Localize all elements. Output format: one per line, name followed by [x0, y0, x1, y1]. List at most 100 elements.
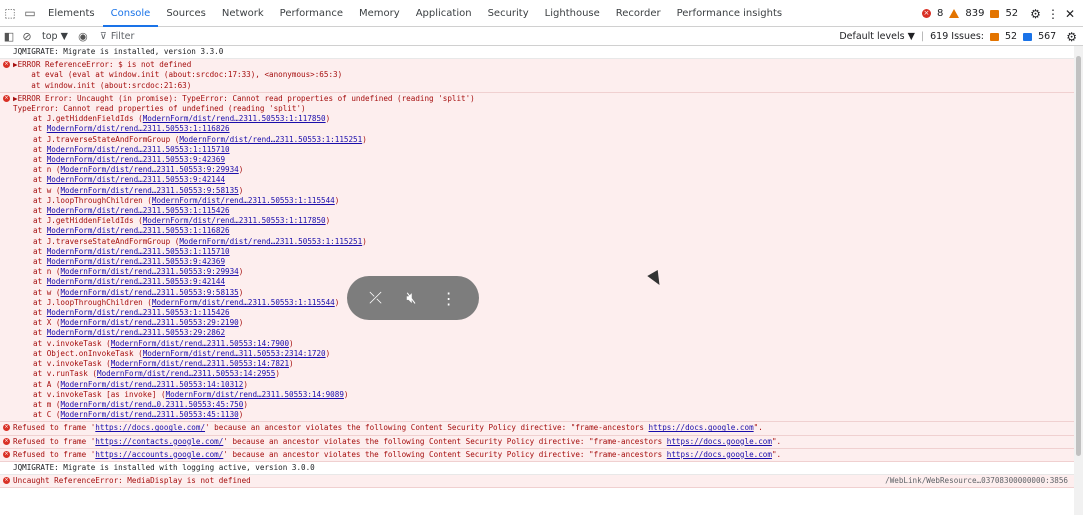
stack-frame-fn: at	[33, 226, 47, 236]
tab-console[interactable]: Console	[102, 0, 159, 27]
stack-frame-close: )	[238, 318, 244, 328]
console-log-message: JQMIGRATE: Migrate is installed with log…	[0, 461, 1074, 476]
stack-frame-close: )	[334, 297, 340, 307]
message-text: ' because an ancestor violates the follo…	[223, 436, 667, 446]
stack-frame-link[interactable]: ModernForm/dist/rend…2311.50553:14:2955	[97, 369, 275, 378]
stack-frame-link[interactable]: ModernForm/dist/rend…2311.50553:1:115710	[47, 247, 230, 256]
issues-label[interactable]: 619 Issues:	[930, 31, 984, 42]
stack-frame-link[interactable]: ModernForm/dist/rend…2311.50553:14:7900	[111, 339, 289, 348]
stack-frame-link[interactable]: ModernForm/dist/rend…2311.50553:1:116826	[47, 226, 230, 235]
stack-frame-fn: at w (	[33, 287, 61, 297]
tab-performance-insights[interactable]: Performance insights	[669, 0, 790, 27]
issues-icon	[990, 9, 1000, 18]
stack-frame-link[interactable]: ModernForm/dist/rend…2311.50553:45:1130	[60, 410, 238, 419]
filter-input[interactable]: ⊽ Filter	[100, 31, 800, 42]
url-link[interactable]: https://docs.google.com/	[95, 423, 205, 432]
message-text: ".	[771, 436, 782, 446]
inspect-element-icon[interactable]: ⬚	[0, 0, 20, 27]
stack-frame-fn: at	[33, 257, 47, 267]
console-scrollbar[interactable]	[1074, 46, 1083, 515]
stack-frame-link[interactable]: ModernForm/dist/rend…2311.50553:1:115710	[47, 145, 230, 154]
stack-frame-link[interactable]: ModernForm/dist/rend…2311.50553:9:29934	[60, 267, 238, 276]
url-link[interactable]: https://accounts.google.com/	[95, 450, 223, 459]
warning-count[interactable]: 839	[965, 8, 984, 19]
console-error-message: × Refused to frame 'https://accounts.goog…	[0, 448, 1074, 462]
issues-info-count[interactable]: 567	[1038, 31, 1056, 42]
tab-network[interactable]: Network	[214, 0, 272, 27]
stack-frame-fn: at v.invokeTask [as invoke] (	[33, 389, 166, 399]
settings-gear-icon[interactable]: ⚙	[1030, 7, 1041, 21]
url-link[interactable]: https://docs.google.com	[667, 450, 772, 459]
stack-frame-link[interactable]: ModernForm/dist/rend…2311.50553:9:42369	[47, 257, 225, 266]
stack-frame-link[interactable]: ModernForm/dist/rend…2311.50553:9:42369	[47, 155, 225, 164]
clear-console-icon[interactable]: ⊘	[18, 30, 36, 43]
stack-frame-fn: at J.getHiddenFieldIds (	[33, 114, 143, 124]
stack-frame-link[interactable]: ModernForm/dist/rend…2311.50553:9:58135	[60, 186, 238, 195]
info-count[interactable]: 52	[1005, 8, 1018, 19]
tab-performance[interactable]: Performance	[272, 0, 351, 27]
stack-frame: at ModernForm/dist/rend…2311.50553:9:423…	[13, 257, 1070, 267]
stack-frame-fn: at Object.onInvokeTask (	[33, 348, 143, 358]
tab-memory[interactable]: Memory	[351, 0, 408, 27]
stack-frame-link[interactable]: ModernForm/dist/rend…2311.50553:1:115251	[179, 237, 362, 246]
stack-frame-close: )	[275, 369, 280, 379]
sidebar-toggle-icon[interactable]: ◧	[0, 30, 18, 43]
url-link[interactable]: https://docs.google.com	[667, 437, 772, 446]
stack-frame: at v.invokeTask (ModernForm/dist/rend…23…	[13, 359, 1070, 369]
context-selector[interactable]: top ▼	[36, 31, 74, 42]
tab-sources[interactable]: Sources	[158, 0, 214, 27]
stack-frame-close: )	[325, 114, 331, 124]
tab-lighthouse[interactable]: Lighthouse	[537, 0, 608, 27]
message-line[interactable]: ▶ERROR ReferenceError: $ is not defined	[13, 60, 1070, 70]
mute-icon[interactable]: 🔇︎	[406, 288, 416, 308]
stack-frame-link[interactable]: ModernForm/dist/rend…2311.50553:14:7821	[111, 359, 289, 368]
device-toolbar-icon[interactable]: ▭	[20, 0, 40, 27]
stack-frame-link[interactable]: ModernForm/dist/rend…2311.50553:9:58135	[60, 288, 238, 297]
close-icon[interactable]: ✕	[1065, 7, 1075, 21]
url-link[interactable]: https://docs.google.com	[649, 423, 754, 432]
tab-elements[interactable]: Elements	[40, 0, 103, 27]
console-output: JQMIGRATE: Migrate is installed, version…	[0, 46, 1074, 515]
stack-frame-link[interactable]: ModernForm/dist/rend…2311.50553:1:115544	[152, 196, 335, 205]
source-link[interactable]: /WebLink/WebResource…03708300000000:3856	[885, 476, 1068, 486]
url-link[interactable]: https://contacts.google.com/	[95, 437, 223, 446]
stack-frame-link[interactable]: ModernForm/dist/rend…2311.50553:1:115426	[47, 308, 230, 317]
levels-dropdown[interactable]: Default levels ▼	[839, 31, 915, 42]
stack-frame-link[interactable]: ModernForm/dist/rend…2311.50553:1:115544	[152, 298, 335, 307]
stack-frame-close: )	[238, 185, 244, 195]
stack-frame: at ModernForm/dist/rend…2311.50553:1:115…	[13, 247, 1070, 257]
scroll-thumb[interactable]	[1076, 56, 1081, 456]
stack-frame-link[interactable]: ModernForm/dist/rend…2311.50553:1:117850	[143, 216, 326, 225]
message-text: ".	[753, 423, 763, 433]
stack-frame-link[interactable]: ModernForm/dist/rend…2311.50553:29:2862	[47, 328, 225, 337]
error-count[interactable]: 8	[937, 8, 943, 19]
stack-frame-link[interactable]: ModernForm/dist/rend…2311.50553:9:42144	[47, 175, 225, 184]
console-settings-gear-icon[interactable]: ⚙	[1066, 30, 1077, 44]
stack-frame-link[interactable]: ModernForm/dist/rend…311.50553:2314:1720	[143, 349, 326, 358]
stack-frame-link[interactable]: ModernForm/dist/rend…0.2311.50553:45:750	[60, 400, 243, 409]
more-vertical-icon[interactable]: ⋮	[441, 289, 457, 308]
eye-icon[interactable]: ◉	[74, 30, 92, 43]
more-options-icon[interactable]: ⋮	[1047, 7, 1059, 21]
stack-frame-link[interactable]: ModernForm/dist/rend…2311.50553:1:117850	[143, 114, 326, 123]
tab-security[interactable]: Security	[480, 0, 537, 27]
stack-frame-link[interactable]: ModernForm/dist/rend…2311.50553:14:9089	[166, 390, 344, 399]
stack-frame-fn: at X (	[33, 318, 61, 328]
tab-application[interactable]: Application	[408, 0, 480, 27]
pin-off-icon[interactable]: ⤫	[369, 288, 382, 308]
issues-warn-count[interactable]: 52	[1005, 31, 1017, 42]
stack-frame-link[interactable]: ModernForm/dist/rend…2311.50553:9:29934	[60, 165, 238, 174]
stack-frame-link[interactable]: ModernForm/dist/rend…2311.50553:1:116826	[47, 124, 230, 133]
stack-frame-link[interactable]: ModernForm/dist/rend…2311.50553:1:115251	[179, 135, 362, 144]
stack-frame-link[interactable]: ModernForm/dist/rend…2311.50553:29:2190	[60, 318, 238, 327]
stack-frame-link[interactable]: ModernForm/dist/rend…2311.50553:9:42144	[47, 277, 225, 286]
message-line[interactable]: ▶ERROR Error: Uncaught (in promise): Typ…	[13, 94, 1070, 104]
tab-recorder[interactable]: Recorder	[608, 0, 669, 27]
stack-frame-link[interactable]: ModernForm/dist/rend…2311.50553:1:115426	[47, 206, 230, 215]
stack-frame: at X (ModernForm/dist/rend…2311.50553:29…	[13, 318, 1070, 328]
issues-info-icon	[1023, 32, 1033, 41]
stack-frame-close: )	[343, 389, 349, 399]
stack-frame-link[interactable]: ModernForm/dist/rend…2311.50553:14:10312	[60, 380, 243, 389]
stack-frame-close: )	[325, 348, 331, 358]
stack-frame-fn: at C (	[33, 410, 61, 420]
